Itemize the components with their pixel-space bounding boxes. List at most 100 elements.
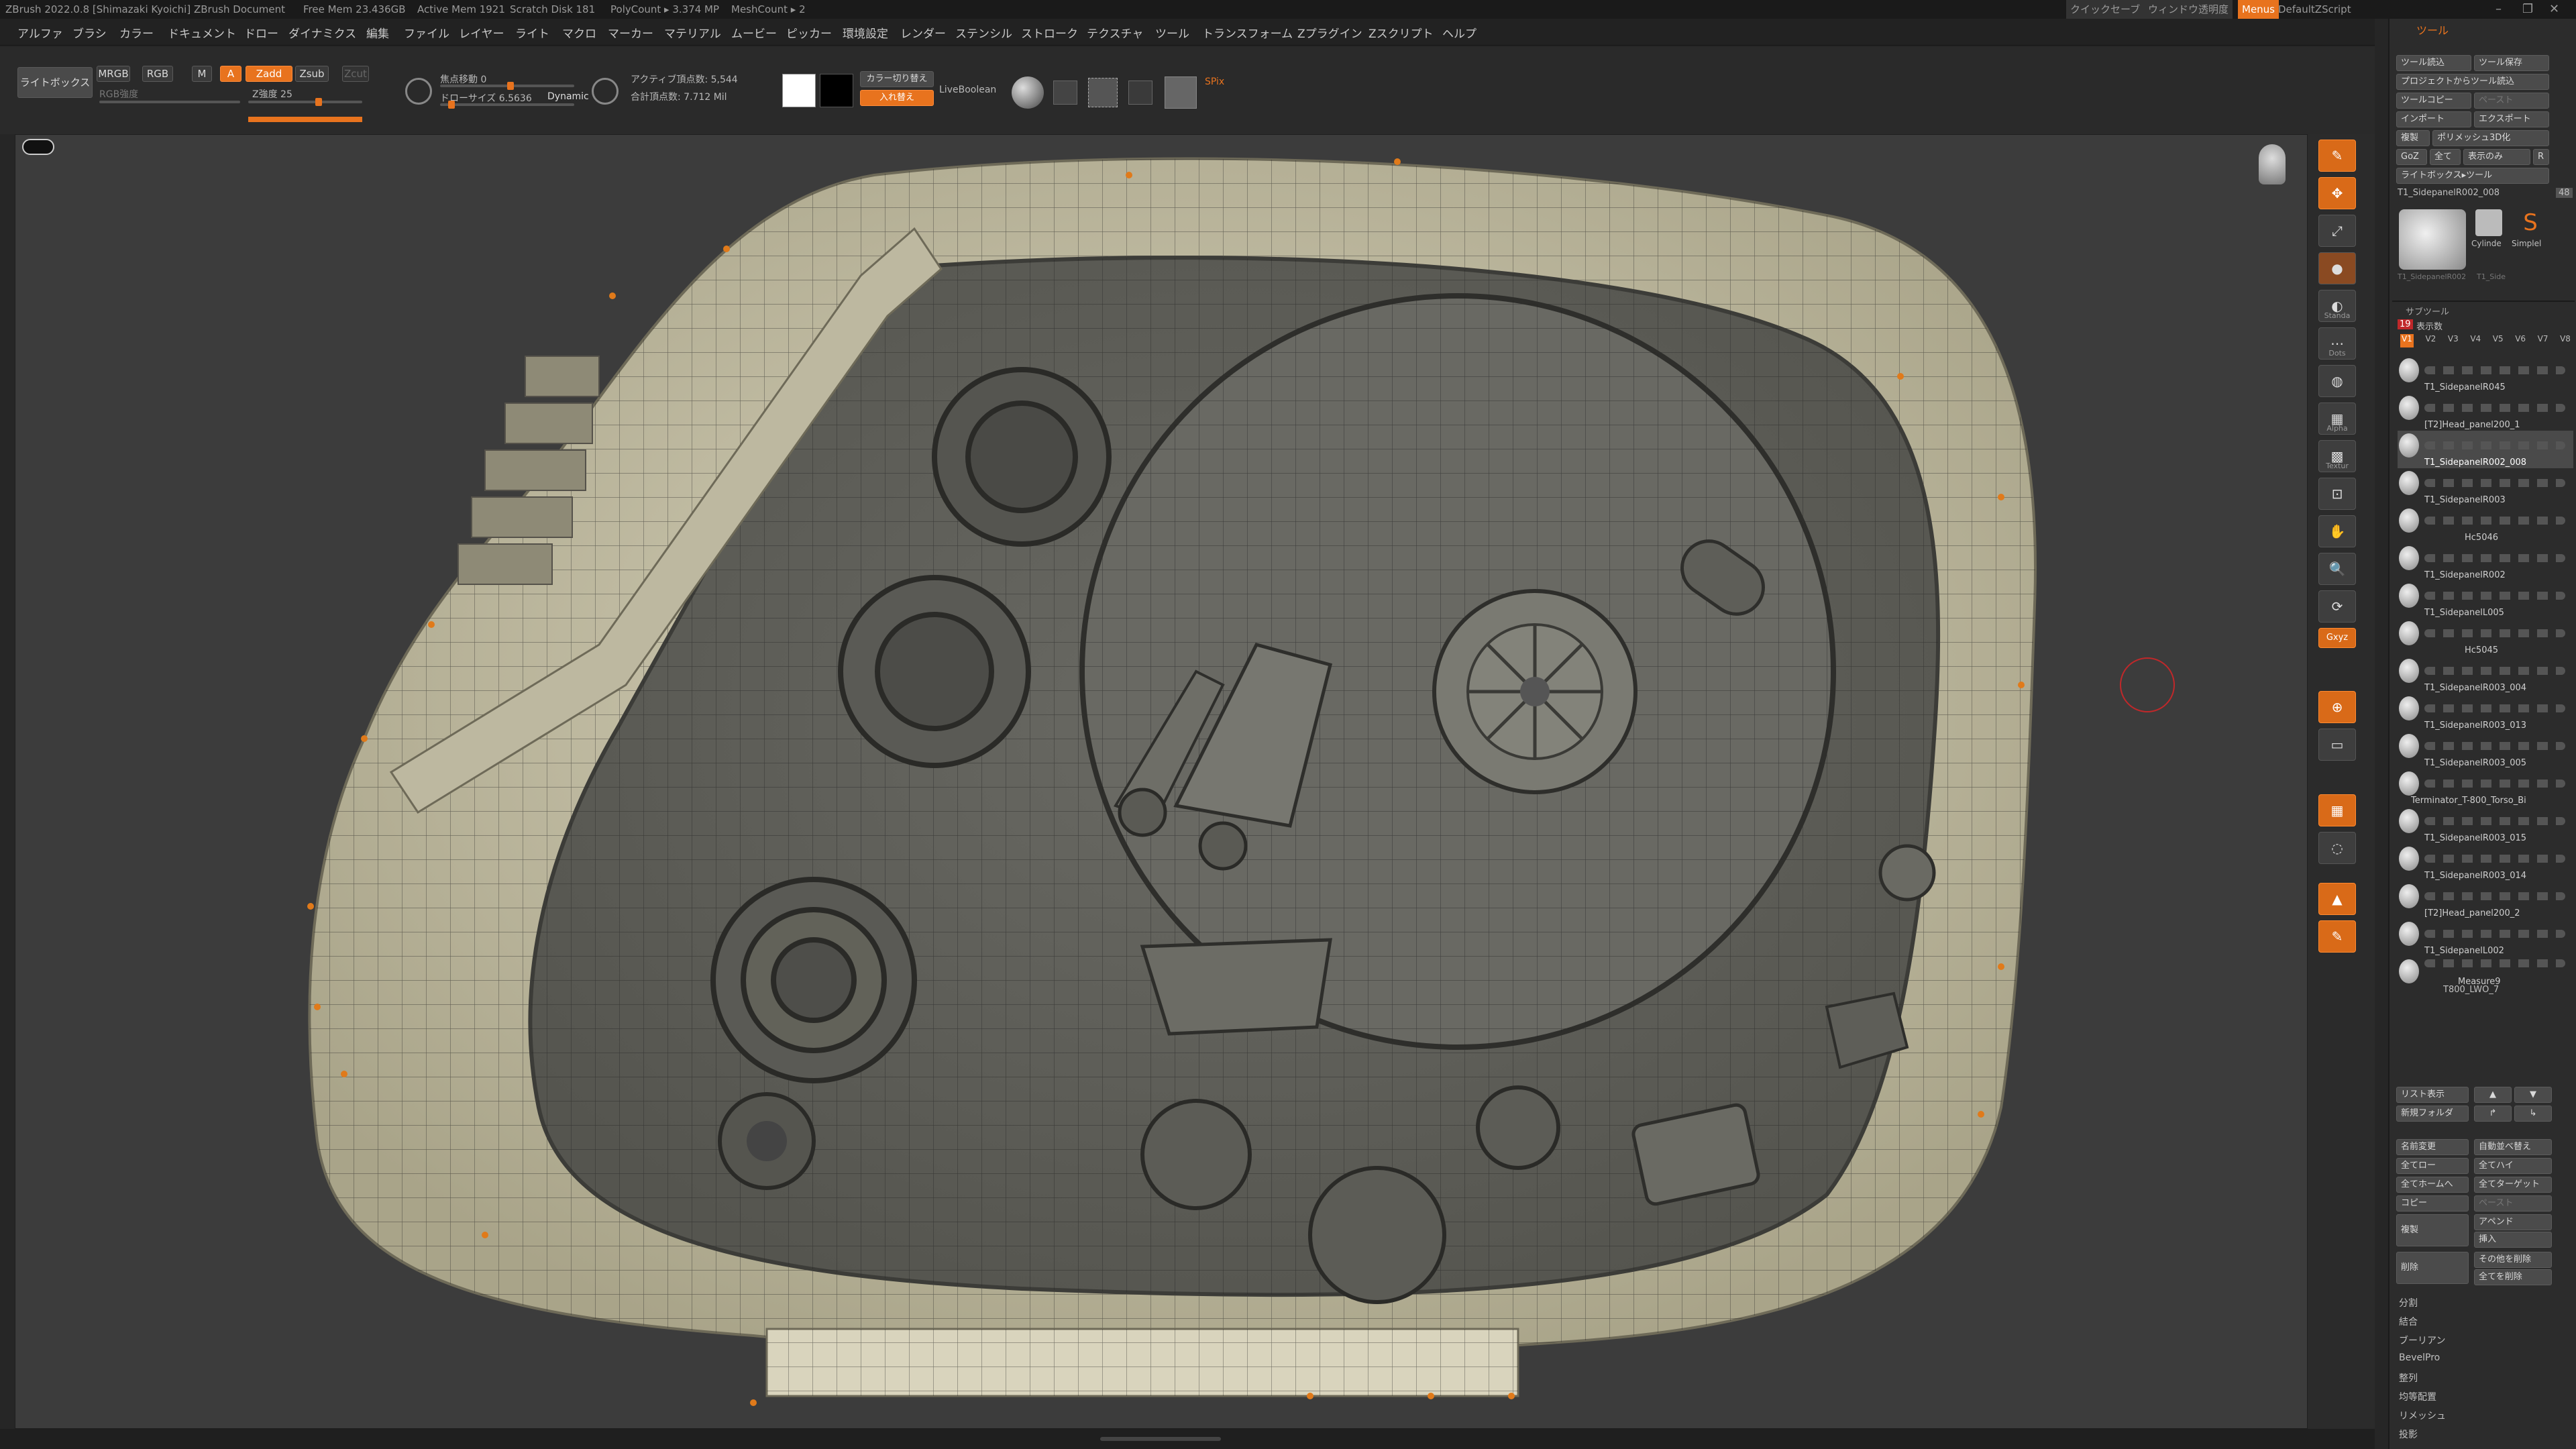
symmetry-icon[interactable] <box>1053 80 1077 105</box>
goz-r-button[interactable]: R <box>2533 149 2549 165</box>
maximize-icon[interactable]: ❐ <box>2522 0 2533 19</box>
subtool-item[interactable]: T1_SidepanelR003_015 <box>2398 806 2573 844</box>
menu-alpha[interactable]: アルファ <box>17 24 63 41</box>
draw-size-slider[interactable] <box>440 101 574 109</box>
menus-toggle[interactable]: Menus <box>2238 0 2279 19</box>
menu-edit[interactable]: 編集 <box>366 24 389 41</box>
subtool-item[interactable]: T1_SidepanelR003_004 <box>2398 656 2573 694</box>
subtool-item[interactable]: Hc5045 <box>2398 619 2573 656</box>
lightbox-tools-button[interactable]: ライトボックス▸ツール <box>2396 168 2549 184</box>
texture-thumb-icon[interactable] <box>1165 76 1197 109</box>
clone-button[interactable]: 複製 <box>2396 130 2430 146</box>
menu-material[interactable]: マテリアル <box>664 24 721 41</box>
section-distribute[interactable]: 均等配置 <box>2399 1390 2436 1403</box>
orientation-head-icon[interactable] <box>2259 144 2286 184</box>
material-sphere-icon[interactable] <box>1012 76 1044 109</box>
arrow-return-icon[interactable]: ↳ <box>2514 1106 2552 1122</box>
subtool-item[interactable]: Hc5046 <box>2398 506 2573 543</box>
subtool-toggles[interactable] <box>2424 742 2565 750</box>
color-switch-button[interactable]: カラー切り替え <box>860 71 934 87</box>
section-merge[interactable]: 結合 <box>2399 1315 2418 1328</box>
menu-transform[interactable]: トランスフォーム <box>1202 24 1293 41</box>
menu-marker[interactable]: マーカー <box>608 24 653 41</box>
subtool-toggles[interactable] <box>2424 959 2565 967</box>
paste-subtool-button[interactable]: ペースト <box>2474 1195 2552 1212</box>
subtool-item[interactable]: [T2]Head_panel200_2 <box>2398 881 2573 919</box>
floor-icon[interactable]: ▭ <box>2318 729 2356 761</box>
menu-file[interactable]: ファイル <box>404 24 449 41</box>
load-from-project-button[interactable]: プロジェクトからツール読込 <box>2396 74 2549 90</box>
menu-texture[interactable]: テクスチャ <box>1087 24 1143 41</box>
window-transparency[interactable]: ウィンドウ透明度 <box>2144 0 2233 19</box>
version-v4[interactable]: V4 <box>2470 334 2481 347</box>
new-folder-button[interactable]: 新規フォルダ <box>2396 1106 2469 1122</box>
subtool-toggles[interactable] <box>2424 930 2565 938</box>
save-tool-button[interactable]: ツール保存 <box>2474 55 2549 71</box>
menu-zplugin[interactable]: Zプラグイン <box>1297 24 1362 41</box>
subtool-toggles[interactable] <box>2424 817 2565 825</box>
menu-layer[interactable]: レイヤー <box>459 24 504 41</box>
close-icon[interactable]: ✕ <box>2549 0 2559 19</box>
subtool-item[interactable]: T1_SidepanelR002 <box>2398 543 2573 581</box>
spix-label[interactable]: SPix <box>1205 76 1224 87</box>
subtool-toggles[interactable] <box>2424 667 2565 675</box>
default-zscript[interactable]: DefaultZScript <box>2278 0 2351 19</box>
minimize-icon[interactable]: – <box>2496 0 2502 19</box>
subtool-item[interactable]: [T2]Head_panel200_1 <box>2398 393 2573 431</box>
rgb-button[interactable]: RGB <box>142 66 173 82</box>
version-v5[interactable]: V5 <box>2493 334 2504 347</box>
section-boolean[interactable]: ブーリアン <box>2399 1334 2445 1347</box>
section-remesh[interactable]: リメッシュ <box>2399 1409 2446 1422</box>
liveboolean-toggle[interactable]: LiveBoolean <box>939 85 996 95</box>
version-v1[interactable]: V1 <box>2400 334 2414 347</box>
version-v3[interactable]: V3 <box>2448 334 2459 347</box>
goz-visible-button[interactable]: 表示のみ <box>2463 149 2530 165</box>
arrow-right-icon[interactable]: ↱ <box>2474 1106 2512 1122</box>
import-button[interactable]: インポート <box>2396 111 2471 127</box>
menu-macro[interactable]: マクロ <box>562 24 596 41</box>
current-tool-thumb[interactable] <box>2399 209 2466 270</box>
version-v2[interactable]: V2 <box>2425 334 2436 347</box>
menu-movie[interactable]: ムービー <box>731 24 777 41</box>
subtool-toggles[interactable] <box>2424 554 2565 562</box>
rgb-intensity-slider[interactable] <box>99 101 240 103</box>
list-all-button[interactable]: リスト表示 <box>2396 1087 2469 1103</box>
subtool-item[interactable]: T1_SidepanelR045 <box>2398 356 2573 393</box>
subtool-item[interactable]: Terminator_T-800_Torso_Bi <box>2398 769 2573 806</box>
mrgb-icon[interactable]: ◍ <box>2318 365 2356 397</box>
z-intensity-slider[interactable] <box>248 98 362 106</box>
delete-button[interactable]: 削除 <box>2396 1252 2469 1284</box>
subtool-toggles[interactable] <box>2424 441 2565 449</box>
subtool-item[interactable]: T1_SidepanelR003_014 <box>2398 844 2573 881</box>
subtool-toggles[interactable] <box>2424 479 2565 487</box>
arrow-up-icon[interactable]: ▲ <box>2474 1087 2512 1103</box>
zcut-button[interactable]: Zcut <box>342 66 369 82</box>
subtool-toggles[interactable] <box>2424 704 2565 712</box>
mrgb-button[interactable]: MRGB <box>97 66 130 82</box>
section-align[interactable]: 整列 <box>2399 1371 2418 1385</box>
quicksave-button[interactable]: クイックセーブ <box>2066 0 2145 19</box>
ghost-icon[interactable]: ✎ <box>2318 920 2356 953</box>
menu-render[interactable]: レンダー <box>900 24 946 41</box>
menu-stencil[interactable]: ステンシル <box>955 24 1012 41</box>
make-polymesh-button[interactable]: ポリメッシュ3D化 <box>2432 130 2549 146</box>
section-split[interactable]: 分割 <box>2399 1296 2418 1309</box>
m-button[interactable]: M <box>192 66 212 82</box>
all-low-button[interactable]: 全てロー <box>2396 1158 2469 1174</box>
insert-button[interactable]: 挿入 <box>2474 1232 2552 1248</box>
copy-tool-button[interactable]: ツールコピー <box>2396 93 2471 109</box>
move-icon[interactable]: ✥ <box>2318 177 2356 209</box>
focal-shift-slider[interactable] <box>440 82 574 90</box>
append-button[interactable]: アペンド <box>2474 1214 2552 1230</box>
lock-icon[interactable] <box>1128 80 1152 105</box>
solo-icon[interactable]: ▲ <box>2318 883 2356 915</box>
subtool-toggles[interactable] <box>2424 892 2565 900</box>
menu-stroke[interactable]: ストローク <box>1021 24 1078 41</box>
subtool-toggles[interactable] <box>2424 780 2565 788</box>
move-view-icon[interactable]: ✋ <box>2318 515 2356 547</box>
simplebrush-icon[interactable]: S <box>2517 209 2544 236</box>
menu-color[interactable]: カラー <box>119 24 154 41</box>
menu-brush[interactable]: ブラシ <box>72 24 107 41</box>
edit-icon[interactable]: ✎ <box>2318 140 2356 172</box>
subtool-item[interactable]: T1_SidepanelR003 <box>2398 468 2573 506</box>
